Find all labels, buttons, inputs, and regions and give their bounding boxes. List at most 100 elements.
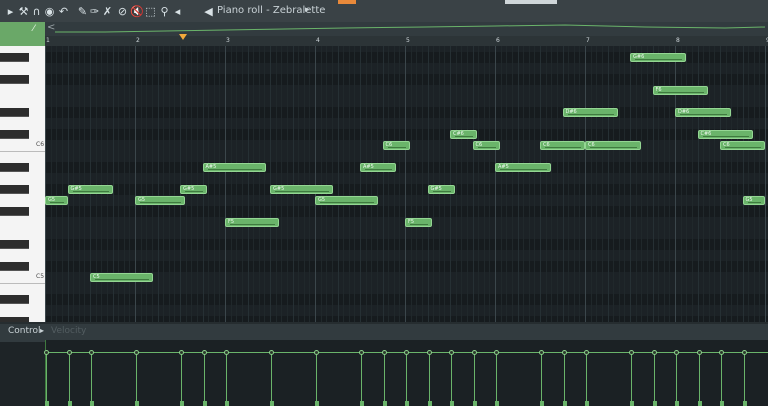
playback-icon[interactable]: ◂ [171,5,184,18]
velocity-handle[interactable] [269,350,274,355]
velocity-handle[interactable] [561,350,567,355]
wrench-icon[interactable]: ⚒ [17,5,30,18]
note-block[interactable]: C6 [585,141,641,150]
note-block[interactable]: C5 [90,273,153,282]
velocity-stem[interactable] [496,352,497,406]
velocity-handle[interactable] [584,350,589,355]
velocity-handle[interactable] [224,350,229,355]
playhead-marker[interactable] [179,34,187,40]
black-key[interactable] [0,163,29,172]
velocity-stem[interactable] [631,352,632,406]
record-icon[interactable]: ◉ [43,5,56,18]
velocity-stem[interactable] [541,352,542,406]
note-block[interactable]: C6 [382,141,410,150]
velocity-handle[interactable] [674,350,679,355]
velocity-stem[interactable] [698,352,700,406]
control-label[interactable]: Control [8,326,41,336]
magnet-icon[interactable]: ∩ [30,5,43,18]
timeline-overview[interactable] [45,22,768,37]
black-key[interactable] [0,207,29,216]
black-key[interactable] [0,185,29,194]
velocity-handle[interactable] [134,350,139,355]
piano-keyboard[interactable]: C6 C5 [0,46,45,322]
velocity-stem[interactable] [136,352,137,406]
note-block[interactable]: G5 [45,196,68,205]
velocity-stem[interactable] [46,352,47,406]
velocity-stem[interactable] [203,352,205,406]
menu-arrow-icon[interactable]: ▸ [4,5,17,18]
note-block[interactable]: A#5 [495,163,551,172]
note-block[interactable]: C6 [472,141,500,150]
black-key[interactable] [0,240,29,249]
velocity-stem[interactable] [406,352,407,406]
paint-brush-icon[interactable]: ✑ [88,5,101,18]
note-block[interactable]: G#5 [67,185,113,194]
velocity-handle[interactable] [719,350,724,355]
note-block[interactable]: G#5 [427,185,455,194]
velocity-handle[interactable] [66,350,72,355]
velocity-stem[interactable] [653,352,655,406]
note-block[interactable]: F6 [652,86,709,95]
velocity-stem[interactable] [586,352,587,406]
mute-speaker-icon[interactable]: 🔇 [130,5,144,18]
select-icon[interactable]: ⬚ [144,5,157,18]
velocity-handle[interactable] [539,350,544,355]
velocity-handle[interactable] [179,350,184,355]
velocity-stem[interactable] [361,352,362,406]
velocity-stem[interactable] [91,352,92,406]
note-block[interactable]: F5 [405,218,432,227]
velocity-stem[interactable] [451,352,452,406]
velocity-stem[interactable] [316,352,317,406]
note-block[interactable]: C6 [540,141,585,150]
note-block[interactable]: G#6 [630,53,686,62]
velocity-handle[interactable] [314,350,319,355]
velocity-stem[interactable] [181,352,182,406]
black-key[interactable] [0,130,29,139]
timeline-ruler[interactable]: 123456789 [45,36,768,46]
zoom-icon[interactable]: ⚲ [158,5,171,18]
delete-icon[interactable]: ✗ [101,5,114,18]
note-block[interactable]: G5 [315,196,378,205]
note-block[interactable]: A#5 [360,163,396,172]
velocity-handle[interactable] [359,350,364,355]
velocity-handle[interactable] [89,350,94,355]
velocity-stem[interactable] [271,352,272,406]
black-key[interactable] [0,108,29,117]
black-key[interactable] [0,75,29,84]
note-block[interactable]: F5 [225,218,279,227]
note-grid[interactable]: G5 G#5 C5 G5 G#5 A#5 F5 G#5 G5 A#5 C6 F5 G#5 C#6 C6 A#5… [45,46,768,322]
velocity-stem[interactable] [473,352,475,406]
note-block[interactable]: A#5 [202,163,266,172]
undo-icon[interactable]: ↶ [57,5,70,18]
velocity-handle[interactable] [404,350,409,355]
velocity-handle[interactable] [741,350,747,355]
note-block[interactable]: D#6 [675,108,731,117]
note-block[interactable]: D#6 [562,108,619,117]
velocity-handle[interactable] [381,350,387,355]
note-block[interactable]: C#6 [450,130,477,139]
velocity-handle[interactable] [201,350,207,355]
velocity-stem[interactable] [721,352,722,406]
note-block[interactable]: G5 [742,196,765,205]
control-arrow-icon[interactable]: ▸ [40,326,44,335]
velocity-handle[interactable] [471,350,477,355]
channel-tab[interactable] [0,22,45,46]
black-key[interactable] [0,262,29,271]
velocity-handle[interactable] [44,350,49,355]
velocity-stem[interactable] [68,352,70,406]
mute-icon[interactable]: ⊘ [116,5,129,18]
note-block[interactable]: G5 [135,196,185,205]
velocity-handle[interactable] [449,350,454,355]
velocity-stem[interactable] [743,352,745,406]
velocity-stem[interactable] [676,352,677,406]
velocity-stem[interactable] [383,352,385,406]
overview-scroll-left-icon[interactable]: < [47,22,55,33]
velocity-handle[interactable] [629,350,634,355]
velocity-handle[interactable] [651,350,657,355]
velocity-handle[interactable] [696,350,702,355]
title-menu-arrow-icon[interactable]: ▸ [305,5,310,15]
note-block[interactable]: C#6 [697,130,754,139]
note-block[interactable]: G#5 [180,185,207,194]
speaker-icon[interactable]: ◀ [202,5,215,18]
velocity-handle[interactable] [426,350,432,355]
